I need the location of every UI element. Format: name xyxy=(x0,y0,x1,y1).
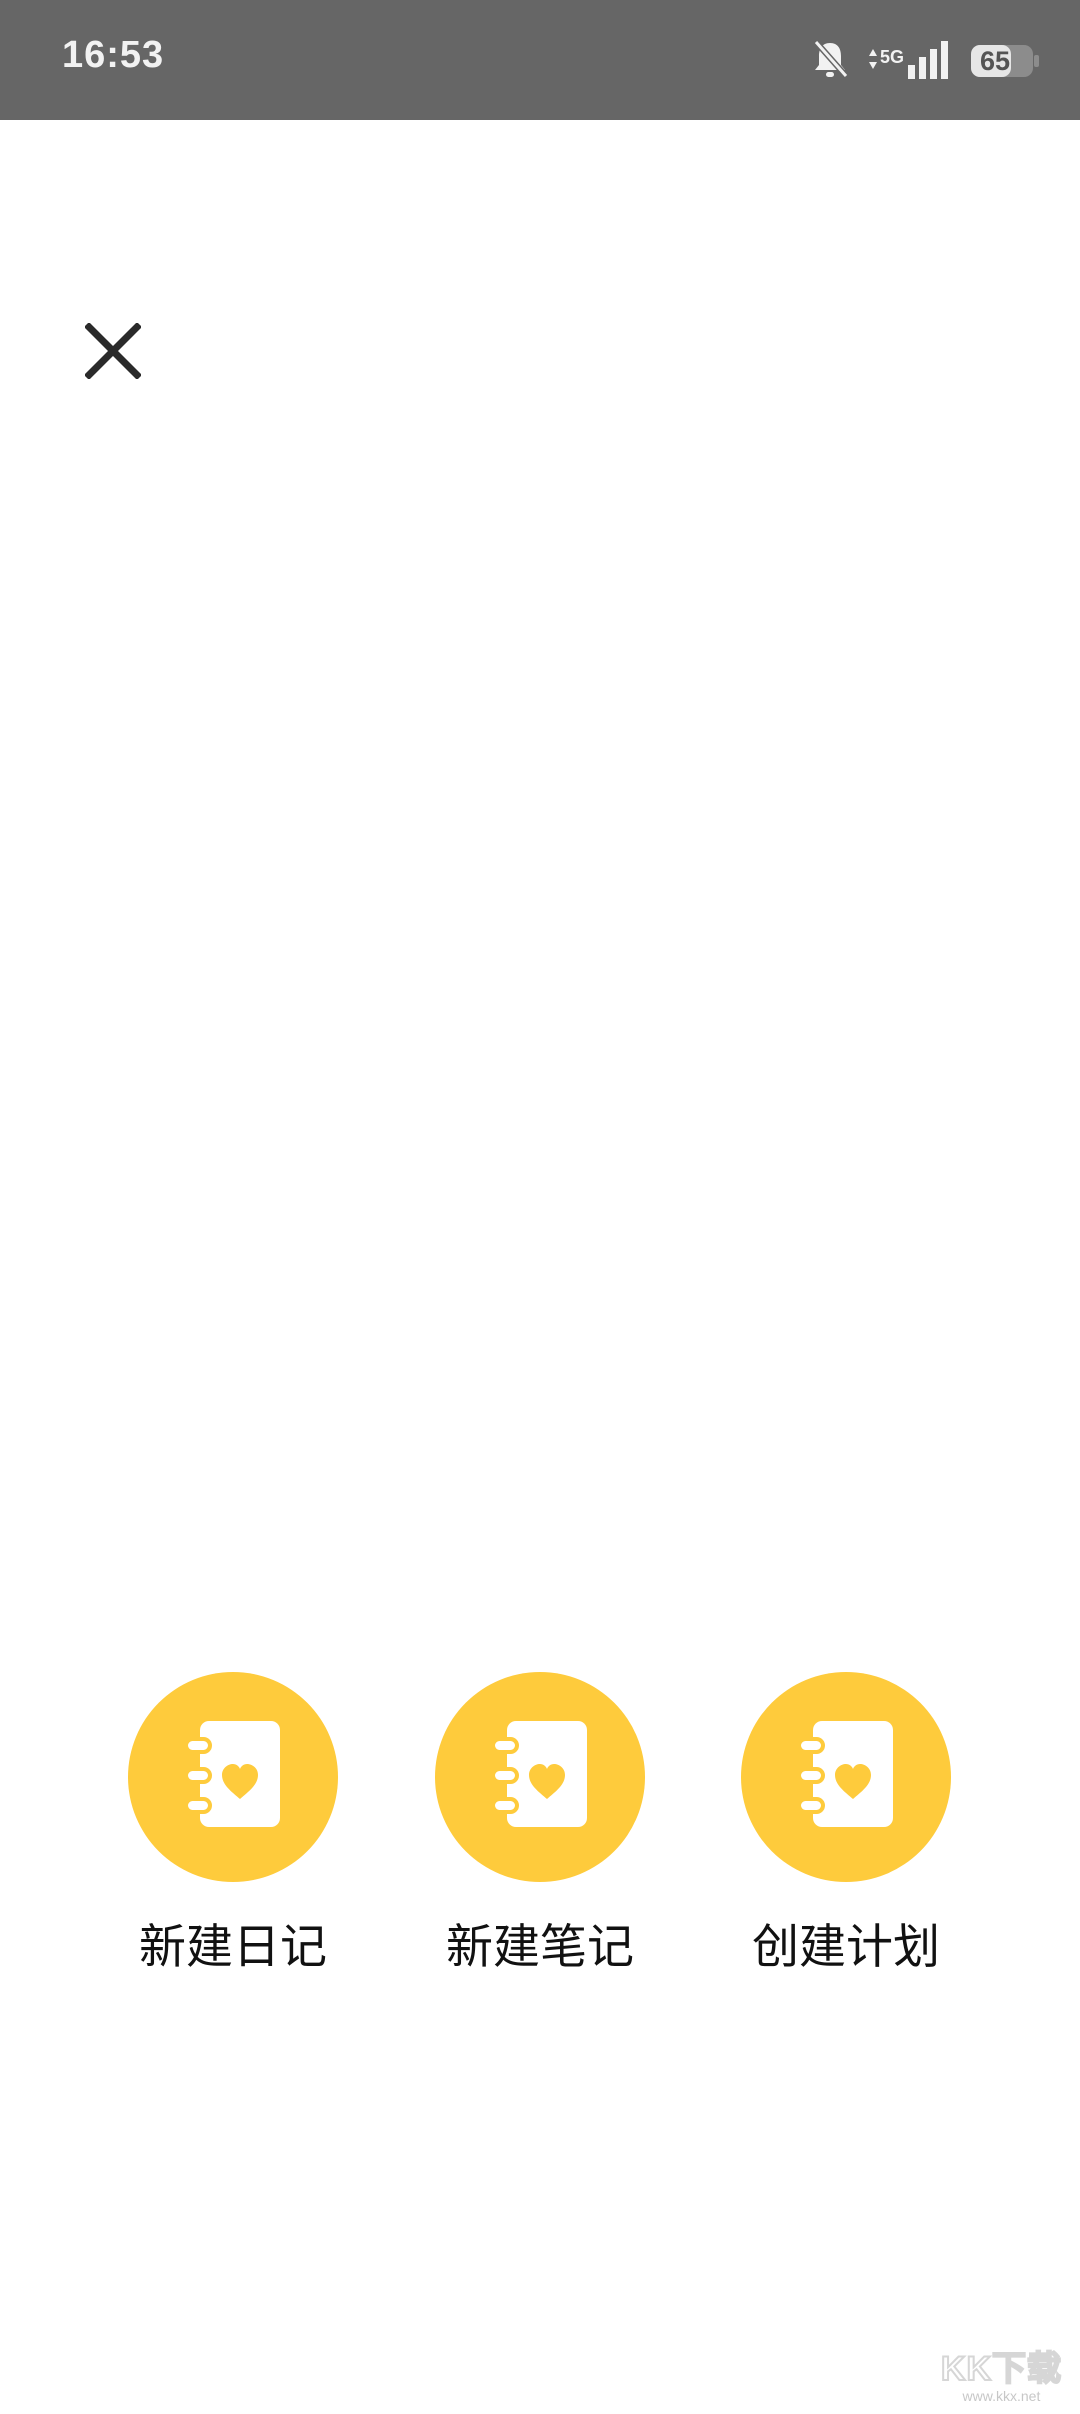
new-note-button[interactable]: 新建笔记 xyxy=(410,1672,670,1977)
create-plan-circle[interactable] xyxy=(741,1672,951,1882)
new-diary-button[interactable]: 新建日记 xyxy=(103,1672,363,1977)
network-indicator: 5G xyxy=(868,48,904,74)
status-icons: 5G 65 xyxy=(810,38,1040,84)
signal-bars-icon xyxy=(908,39,952,83)
create-plan-button[interactable]: 创建计划 xyxy=(716,1672,976,1977)
new-diary-label: 新建日记 xyxy=(139,1920,327,1975)
watermark-brand: KK下载 xyxy=(940,2349,1062,2389)
battery-icon: 65 xyxy=(970,44,1040,78)
status-time: 16:53 xyxy=(62,34,165,76)
battery-level: 65 xyxy=(980,46,1011,76)
watermark: KK下载 www.kkx.net xyxy=(940,2341,1062,2404)
diary-heart-icon xyxy=(178,1717,288,1837)
bell-muted-icon xyxy=(810,38,850,84)
new-diary-circle[interactable] xyxy=(128,1672,338,1882)
network-arrows-icon xyxy=(868,48,878,74)
status-bar: 16:53 5G 65 xyxy=(0,0,1080,120)
new-note-circle[interactable] xyxy=(435,1672,645,1882)
watermark-url: www.kkx.net xyxy=(962,2388,1041,2404)
create-plan-label: 创建计划 xyxy=(752,1920,940,1975)
diary-heart-icon xyxy=(485,1717,595,1837)
diary-heart-icon xyxy=(791,1717,901,1837)
network-type-label: 5G xyxy=(879,47,904,67)
close-button[interactable] xyxy=(78,318,148,388)
new-note-label: 新建笔记 xyxy=(446,1920,634,1975)
close-icon xyxy=(84,322,142,383)
